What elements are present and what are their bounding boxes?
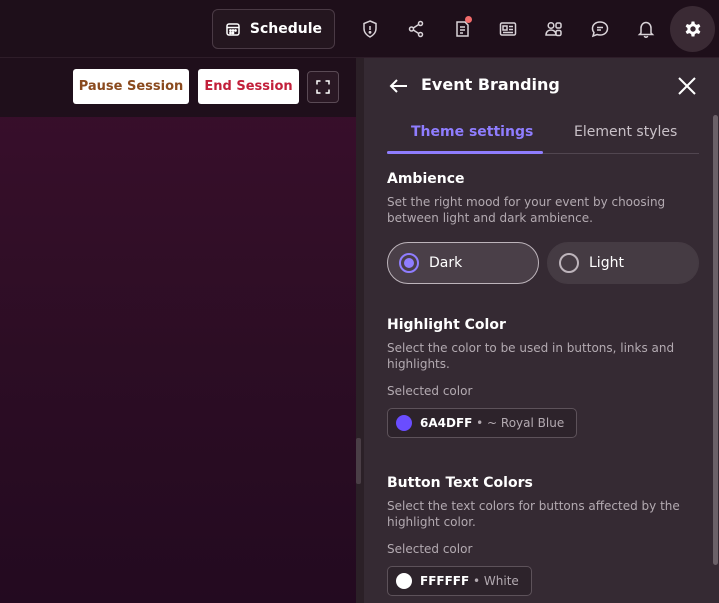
close-icon[interactable]	[675, 74, 699, 98]
panel-title: Event Branding	[421, 75, 560, 94]
notification-dot	[465, 16, 472, 23]
pause-session-button[interactable]: Pause Session	[73, 69, 189, 104]
chat-icon	[591, 21, 609, 38]
button-text-color-picker[interactable]: FFFFFF • White	[387, 566, 532, 596]
fullscreen-button[interactable]	[307, 71, 339, 103]
color-name: • White	[469, 574, 519, 588]
ambience-option-light[interactable]: Light	[547, 242, 699, 284]
active-tab-indicator	[387, 151, 543, 154]
shield-button[interactable]	[354, 13, 386, 45]
schedule-label: Schedule	[249, 21, 323, 37]
highlight-color-picker[interactable]: 6A4DFF • ~ Royal Blue	[387, 408, 578, 438]
color-swatch	[396, 573, 412, 589]
color-hex: FFFFFF	[420, 574, 470, 588]
panel-scrollbar[interactable]	[713, 115, 718, 565]
color-hex: 6A4DFF	[420, 416, 473, 430]
button-text-colors-title: Button Text Colors	[387, 475, 533, 491]
people-button[interactable]	[538, 13, 570, 45]
highlight-color-title: Highlight Color	[387, 317, 506, 333]
button-text-selected-label: Selected color	[387, 542, 473, 556]
stage-area: Pause Session End Session	[0, 58, 356, 603]
ambience-option-dark[interactable]: Dark	[387, 242, 539, 284]
color-swatch	[396, 415, 412, 431]
tab-theme-settings[interactable]: Theme settings	[411, 124, 533, 140]
tab-element-styles[interactable]: Element styles	[574, 124, 677, 140]
fullscreen-icon	[316, 80, 330, 94]
highlight-color-description: Select the color to be used in buttons, …	[387, 341, 675, 371]
resize-handle[interactable]	[356, 438, 361, 484]
radio-checked-icon	[399, 253, 419, 273]
ambience-option-label: Light	[589, 255, 624, 271]
news-button[interactable]	[492, 13, 524, 45]
end-session-button[interactable]: End Session	[198, 69, 299, 104]
color-name: • ~ Royal Blue	[472, 416, 565, 430]
settings-button[interactable]	[670, 6, 715, 52]
calendar-icon	[226, 23, 240, 36]
share-button[interactable]	[400, 13, 432, 45]
share-icon	[408, 20, 424, 38]
gear-icon	[685, 21, 700, 37]
chat-button[interactable]	[584, 13, 616, 45]
people-icon	[545, 21, 562, 37]
ambience-option-label: Dark	[429, 255, 463, 271]
panel-divider	[356, 58, 364, 603]
shield-icon	[363, 20, 377, 38]
schedule-button[interactable]: Schedule	[212, 9, 335, 49]
ambience-description: Set the right mood for your event by cho…	[387, 195, 666, 225]
radio-unchecked-icon	[559, 253, 579, 273]
highlight-selected-label: Selected color	[387, 384, 473, 398]
notifications-button[interactable]	[630, 13, 662, 45]
button-text-colors-description: Select the text colors for buttons affec…	[387, 499, 680, 529]
news-icon	[499, 22, 517, 36]
bell-icon	[637, 21, 655, 38]
back-arrow-icon[interactable]	[387, 74, 411, 98]
ambience-title: Ambience	[387, 171, 465, 187]
notes-button[interactable]	[446, 13, 478, 45]
